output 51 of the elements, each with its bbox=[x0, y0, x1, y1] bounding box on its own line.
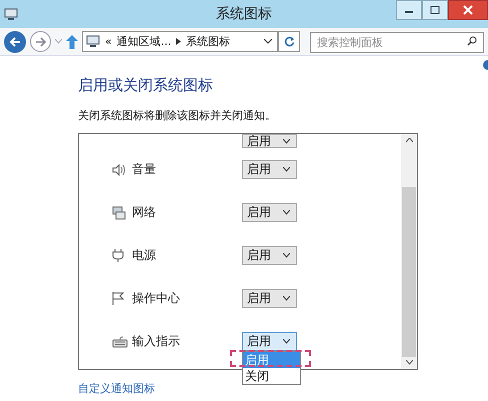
search-field[interactable]: 搜索控制面板 bbox=[310, 32, 484, 53]
dropdown[interactable]: 启用 bbox=[242, 246, 297, 265]
caret-icon bbox=[283, 339, 290, 344]
close-button[interactable] bbox=[448, 0, 488, 20]
forward-arrow-icon bbox=[34, 36, 46, 46]
maximize-button[interactable] bbox=[422, 0, 448, 20]
icon-name: 操作中心 bbox=[132, 290, 181, 307]
plug-icon bbox=[112, 248, 124, 263]
breadcrumb[interactable]: 系统图标 bbox=[186, 34, 230, 49]
address-field[interactable]: « 通知区域... 系统图标 bbox=[82, 31, 278, 52]
description-text: 关闭系统图标将删除该图标并关闭通知。 bbox=[78, 108, 277, 123]
back-button[interactable] bbox=[4, 30, 26, 52]
caret-icon bbox=[283, 296, 290, 301]
overflow-chevron[interactable]: « bbox=[105, 35, 112, 48]
caret-icon bbox=[283, 253, 290, 258]
dropdown[interactable]: 启用 bbox=[242, 203, 297, 222]
caret-icon bbox=[283, 167, 290, 172]
caret-icon bbox=[283, 210, 290, 215]
minimize-button[interactable] bbox=[396, 0, 422, 20]
window-title: 系统图标 bbox=[216, 5, 272, 23]
caret-icon bbox=[283, 138, 290, 144]
computer-icon bbox=[86, 35, 100, 48]
icon-name: 电源 bbox=[132, 247, 157, 264]
computer-icon bbox=[4, 8, 18, 20]
forward-button[interactable] bbox=[30, 31, 51, 52]
icon-name: 音量 bbox=[132, 161, 157, 178]
scrollbar-thumb[interactable] bbox=[402, 186, 416, 356]
flag-icon bbox=[112, 291, 125, 306]
icon-name: 网络 bbox=[132, 204, 157, 221]
separator-arrow-icon[interactable] bbox=[176, 38, 182, 45]
dropdown[interactable]: 启用 bbox=[242, 332, 297, 351]
network-icon bbox=[112, 206, 126, 220]
scroll-down-icon[interactable] bbox=[406, 360, 412, 365]
keyboard-icon bbox=[112, 336, 128, 348]
dropdown[interactable]: 启用 bbox=[242, 134, 297, 148]
maximize-icon bbox=[430, 6, 440, 14]
back-arrow-icon bbox=[9, 36, 21, 46]
dropdown[interactable]: 启用 bbox=[242, 289, 297, 308]
search-icon bbox=[467, 36, 477, 46]
icon-name: 输入指示 bbox=[132, 333, 181, 350]
customize-link[interactable]: 自定义通知图标 bbox=[78, 381, 155, 396]
breadcrumb[interactable]: 通知区域... bbox=[116, 34, 172, 49]
page-heading: 启用或关闭系统图标 bbox=[78, 76, 214, 95]
refresh-icon bbox=[284, 36, 294, 47]
speaker-icon bbox=[112, 164, 126, 176]
refresh-button[interactable] bbox=[278, 31, 300, 52]
up-arrow-icon[interactable] bbox=[66, 34, 78, 48]
dropdown[interactable]: 启用 bbox=[242, 160, 297, 179]
scroll-up-icon[interactable] bbox=[406, 138, 412, 143]
caret-icon[interactable] bbox=[264, 39, 272, 44]
close-icon bbox=[463, 5, 473, 15]
